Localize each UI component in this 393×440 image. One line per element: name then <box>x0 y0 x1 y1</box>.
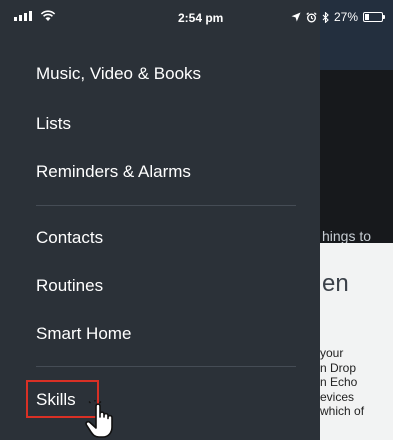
background-body-line: n Echo <box>320 375 358 389</box>
background-body-line: your <box>320 346 344 360</box>
menu-item-reminders-alarms[interactable]: Reminders & Alarms <box>36 162 191 182</box>
background-body-line: which of <box>320 404 365 418</box>
battery-icon <box>363 12 385 22</box>
background-body-line: n Drop <box>320 360 357 375</box>
alarm-icon <box>306 11 317 22</box>
menu-divider <box>36 205 296 206</box>
menu-item-contacts[interactable]: Contacts <box>36 228 103 248</box>
menu-item-smart-home[interactable]: Smart Home <box>36 324 131 344</box>
battery-percent: 27% <box>333 10 358 24</box>
status-bar: 2:54 pm 27% <box>0 0 393 36</box>
background-body-text: your n Drop n Echo evices which of <box>320 346 393 419</box>
bluetooth-icon <box>322 11 329 23</box>
status-time: 2:54 pm <box>178 11 224 25</box>
location-icon <box>291 12 301 22</box>
background-heading: en <box>322 270 349 297</box>
navigation-drawer: Music, Video & Books Lists Reminders & A… <box>0 0 320 440</box>
background-card-text: hings to <box>322 228 372 244</box>
background-body-line: evices <box>320 389 355 404</box>
menu-divider <box>36 366 296 367</box>
tap-hand-cursor-icon <box>85 400 113 438</box>
menu-item-lists[interactable]: Lists <box>36 114 71 134</box>
menu-item-routines[interactable]: Routines <box>36 276 103 296</box>
signal-icon <box>14 11 32 21</box>
menu-item-music-video-books[interactable]: Music, Video & Books <box>36 64 201 84</box>
wifi-icon <box>40 10 56 21</box>
